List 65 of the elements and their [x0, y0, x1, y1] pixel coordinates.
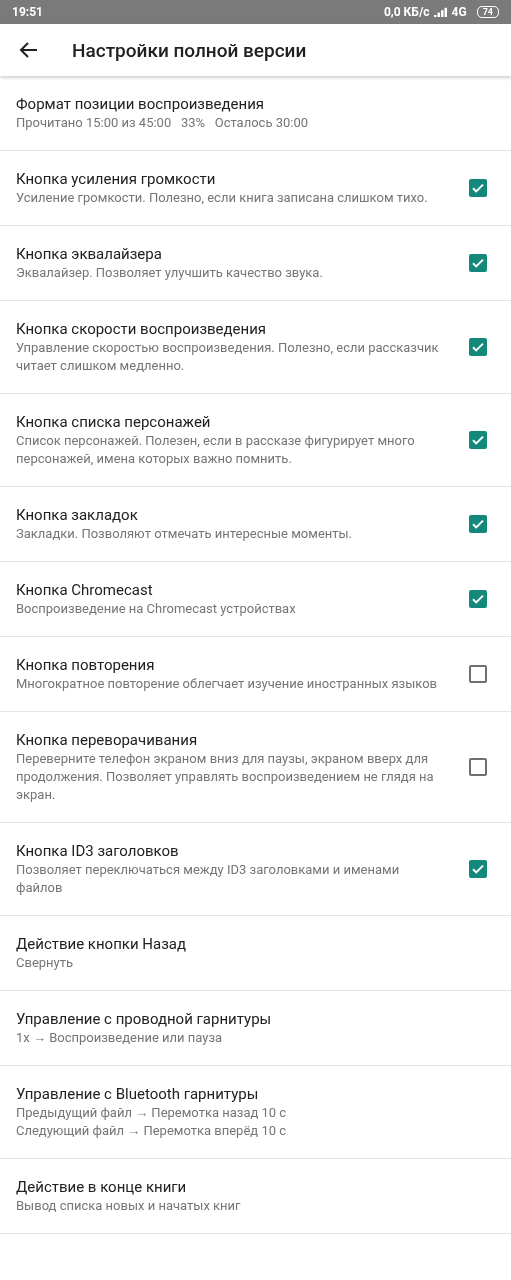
- settings-item[interactable]: Формат позиции воспроизведения Прочитано 15:00 из 45:00 33% Осталось 30:00: [0, 76, 511, 151]
- settings-item[interactable]: Действие кнопки Назад Свернуть: [0, 916, 511, 991]
- setting-summary: Список персонажей. Полезен, если в рассказе фигурирует много персонажей, имена которых важно помнить.: [16, 432, 416, 468]
- setting-title: Формат позиции воспроизведения: [16, 94, 266, 114]
- setting-summary: 1x → Воспроизведение или пауза: [16, 1029, 224, 1047]
- setting-title: Кнопка закладок: [16, 505, 139, 525]
- checkbox[interactable]: [469, 431, 487, 449]
- setting-summary: Позволяет переключаться между ID3 заголовками и именами файлов: [16, 861, 401, 897]
- setting-title: Кнопка эквалайзера: [16, 244, 163, 264]
- settings-item[interactable]: Кнопка закладок Закладки. Позволяют отмечать интересные моменты.: [0, 487, 511, 562]
- checkbox[interactable]: [469, 179, 487, 197]
- settings-item[interactable]: Кнопка Chromecast Воспроизведение на Chromecast устройствах: [0, 562, 511, 637]
- setting-summary: Следующий файл → Перемотка вперёд 10 с: [16, 1122, 288, 1140]
- checkbox[interactable]: [469, 515, 487, 533]
- setting-title: Кнопка усиления громкости: [16, 169, 217, 189]
- checkbox[interactable]: [469, 590, 487, 608]
- setting-summary: Вывод списка новых и начатых книг: [16, 1197, 242, 1215]
- check-icon: [472, 519, 484, 529]
- checkbox[interactable]: [469, 860, 487, 878]
- check-icon: [472, 258, 484, 268]
- settings-item[interactable]: Кнопка списка персонажей Список персонажей. Полезен, если в рассказе фигурирует много персонажей, имена которых важно помнить.: [0, 394, 511, 487]
- setting-title: Действие в конце книги: [16, 1177, 188, 1197]
- screen-title: Настройки полной версии: [72, 38, 307, 62]
- clock: 19:51: [12, 5, 43, 19]
- setting-title: Кнопка списка персонажей: [16, 412, 212, 432]
- settings-item[interactable]: Кнопка ID3 заголовков Позволяет переключаться между ID3 заголовками и именами файлов: [0, 823, 511, 916]
- setting-summary: Воспроизведение на Chromecast устройствах: [16, 600, 297, 618]
- check-icon: [472, 342, 484, 352]
- check-icon: [472, 435, 484, 445]
- settings-item[interactable]: Управление с проводной гарнитуры 1x → Воспроизведение или пауза: [0, 991, 511, 1066]
- battery-level: 74: [476, 6, 499, 18]
- check-icon: [472, 594, 484, 604]
- setting-summary: Закладки. Позволяют отмечать интересные моменты.: [16, 525, 354, 543]
- setting-summary: Свернуть: [16, 954, 75, 972]
- settings-item[interactable]: Кнопка скорости воспроизведения Управление скоростью воспроизведения. Полезно, если рассказчик читает слишком медленно.: [0, 301, 511, 394]
- settings-item[interactable]: Управление с Bluetooth гарнитуры Предыдущий файл → Перемотка назад 10 с Следующий файл → Перемотка вперёд 10 с: [0, 1066, 511, 1159]
- checkbox[interactable]: [469, 254, 487, 272]
- checkbox[interactable]: [469, 758, 487, 776]
- checkbox[interactable]: [469, 665, 487, 683]
- setting-title: Кнопка переворачивания: [16, 730, 199, 750]
- setting-summary: Предыдущий файл → Перемотка назад 10 с: [16, 1104, 288, 1122]
- checkbox[interactable]: [469, 338, 487, 356]
- signal-icon: [433, 7, 448, 17]
- setting-title: Кнопка повторения: [16, 655, 156, 675]
- network-type: 4G: [451, 5, 467, 19]
- setting-summary: Эквалайзер. Позволяет улучшить качество звука.: [16, 264, 324, 282]
- settings-item[interactable]: Кнопка повторения Многократное повторение облегчает изучение иностранных языков: [0, 637, 511, 712]
- setting-title: Кнопка ID3 заголовков: [16, 841, 180, 861]
- setting-summary: Прочитано 15:00 из 45:00 33% Осталось 30:00: [16, 114, 310, 132]
- settings-item[interactable]: Кнопка переворачивания Переверните телефон экраном вниз для паузы, экраном вверх для продолжения. Позволяет управлять воспроизведением не глядя на экран.: [0, 712, 511, 823]
- check-icon: [472, 864, 484, 874]
- setting-summary: Многократное повторение облегчает изучение иностранных языков: [16, 675, 438, 693]
- setting-title: Управление с Bluetooth гарнитуры: [16, 1084, 260, 1104]
- settings-item[interactable]: Кнопка усиления громкости Усиление громкости. Полезно, если книга записана слишком тихо.: [0, 151, 511, 226]
- setting-summary: Переверните телефон экраном вниз для паузы, экраном вверх для продолжения. Позволяет управлять воспроизведением не глядя на экран.: [16, 750, 435, 804]
- check-icon: [472, 183, 484, 193]
- setting-title: Действие кнопки Назад: [16, 934, 187, 954]
- network-speed: 0,0 КБ/с: [383, 5, 430, 19]
- settings-item[interactable]: Кнопка эквалайзера Эквалайзер. Позволяет улучшить качество звука.: [0, 226, 511, 301]
- setting-summary: Управление скоростью воспроизведения. Полезно, если рассказчик читает слишком медленно.: [16, 339, 440, 375]
- setting-title: Управление с проводной гарнитуры: [16, 1009, 273, 1029]
- setting-title: Кнопка скорости воспроизведения: [16, 319, 268, 339]
- setting-summary: Усиление громкости. Полезно, если книга записана слишком тихо.: [16, 189, 429, 207]
- settings-item[interactable]: Действие в конце книги Вывод списка новых и начатых книг: [0, 1159, 511, 1234]
- setting-title: Кнопка Chromecast: [16, 580, 154, 600]
